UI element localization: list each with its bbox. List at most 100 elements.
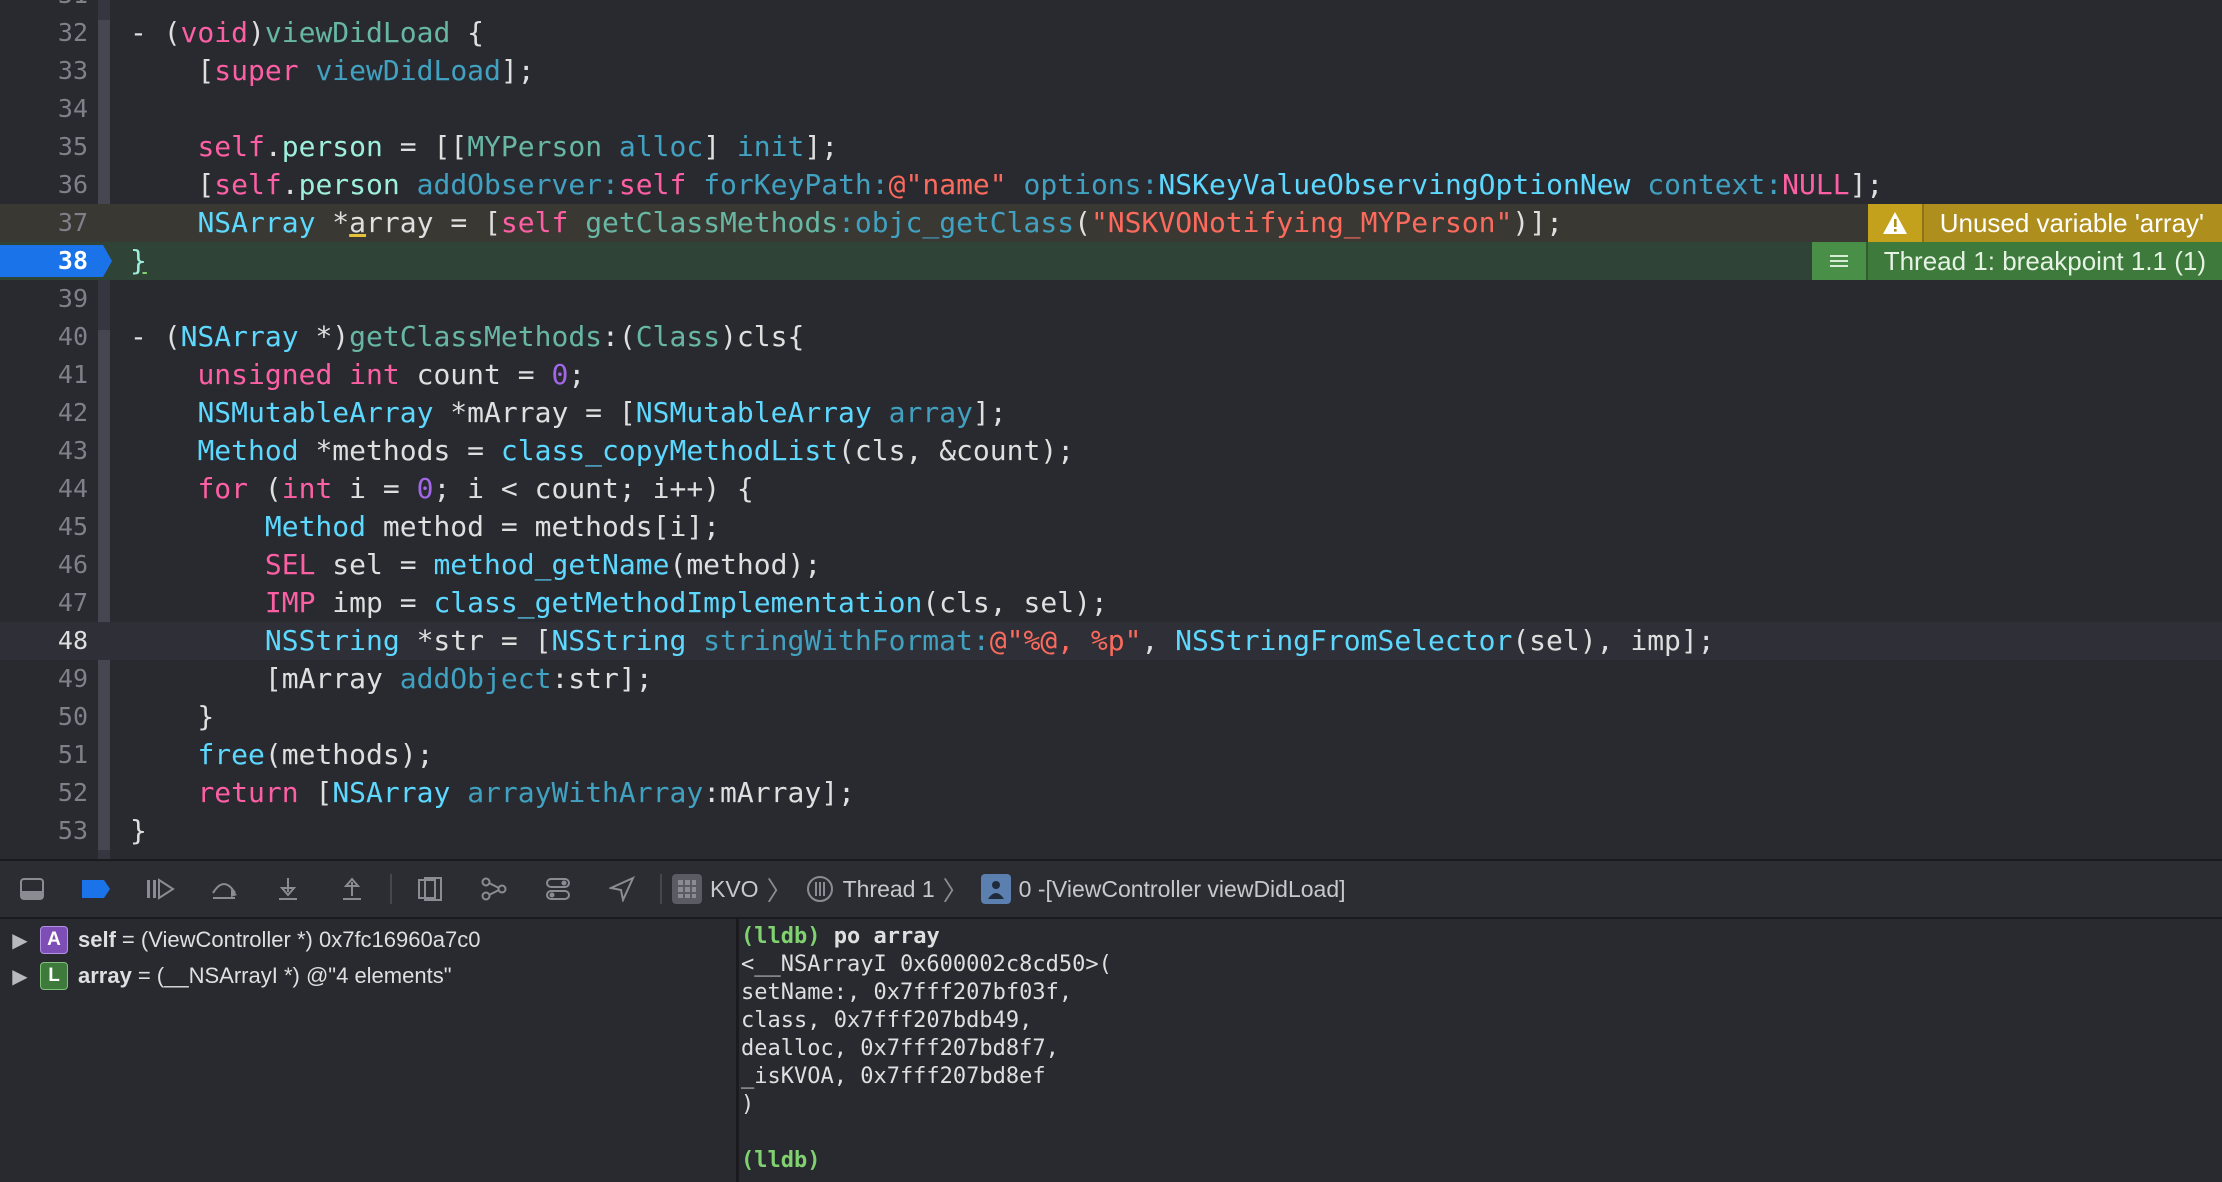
code-text: for (int i = 0; i < count; i++) { <box>197 472 754 505</box>
code-line[interactable]: 47 IMP imp = class_getMethodImplementati… <box>0 584 2222 622</box>
location-arrow-icon <box>609 876 635 902</box>
console-output-line: class, 0x7fff207bdb49, <box>741 1008 1033 1033</box>
code-line[interactable]: 42 NSMutableArray *mArray = [NSMutableAr… <box>0 394 2222 432</box>
code-line[interactable]: 46 SEL sel = method_getName(method); <box>0 546 2222 584</box>
code-line[interactable]: 32 - (void)viewDidLoad { <box>0 14 2222 52</box>
memory-graph-icon <box>481 877 507 901</box>
step-over-icon <box>212 883 237 899</box>
code-text: NSMutableArray *mArray = [NSMutableArray… <box>197 396 1007 429</box>
disclosure-triangle-icon[interactable]: ▶ <box>0 964 40 989</box>
line-number[interactable]: 34 <box>0 90 88 128</box>
code-line[interactable]: 49 [mArray addObject:str]; <box>0 660 2222 698</box>
toolbar-divider <box>390 874 392 904</box>
breadcrumb-target[interactable]: KVO <box>710 876 759 903</box>
line-number[interactable]: 53 <box>0 812 88 850</box>
line-number[interactable]: 33 <box>0 52 88 90</box>
pane-divider[interactable] <box>736 919 739 1182</box>
step-into-icon <box>279 878 297 900</box>
console-output-line: dealloc, 0x7fff207bd8f7, <box>741 1036 1059 1061</box>
breadcrumb-frame[interactable]: 0 -[ViewController viewDidLoad] <box>1019 876 1346 903</box>
code-line-breakpoint[interactable]: 38 } Thread 1: breakpoint 1.1 (1) <box>0 242 2222 280</box>
console-command: po array <box>833 924 940 949</box>
code-text: Method *methods = class_copyMethodList(c… <box>197 434 1075 467</box>
line-number: 31 <box>0 0 88 14</box>
breadcrumb-thread[interactable]: Thread 1 <box>843 876 935 903</box>
thread-breakpoint-badge[interactable]: Thread 1: breakpoint 1.1 (1) <box>1811 242 2222 280</box>
line-number[interactable]: 41 <box>0 356 88 394</box>
line-number[interactable]: 40 <box>0 318 88 356</box>
line-number[interactable]: 43 <box>0 432 88 470</box>
simulate-location-button[interactable] <box>590 861 654 917</box>
code-line[interactable]: 51 free(methods); <box>0 736 2222 774</box>
breakpoint-icon <box>82 880 110 898</box>
continue-button[interactable] <box>128 861 192 917</box>
line-number[interactable]: 50 <box>0 698 88 736</box>
line-number[interactable]: 36 <box>0 166 88 204</box>
line-number[interactable]: 39 <box>0 280 88 318</box>
breakpoint-message: Thread 1: breakpoint 1.1 (1) <box>1883 245 2206 276</box>
warning-badge[interactable]: Unused variable 'array' <box>1867 204 2222 242</box>
line-number[interactable]: 42 <box>0 394 88 432</box>
code-line: 31 <box>0 0 2222 14</box>
hide-debug-area-button[interactable] <box>0 861 64 917</box>
line-number[interactable]: 49 <box>0 660 88 698</box>
panel-bottom-icon <box>20 878 44 900</box>
code-line[interactable]: 35 self.person = [[MYPerson alloc] init]… <box>0 128 2222 166</box>
debug-view-hierarchy-button[interactable] <box>398 861 462 917</box>
debug-bar: KVO 〉 Thread 1 〉 0 -[ViewController view… <box>0 859 2222 919</box>
code-line[interactable]: 44 for (int i = 0; i < count; i++) { <box>0 470 2222 508</box>
step-into-button[interactable] <box>256 861 320 917</box>
code-line[interactable]: 39 <box>0 280 2222 318</box>
line-number[interactable]: 48 <box>0 622 88 660</box>
argument-badge: A <box>40 926 68 954</box>
code-line[interactable]: 45 Method method = methods[i]; <box>0 508 2222 546</box>
code-line[interactable]: 53 } <box>0 812 2222 850</box>
line-number[interactable]: 45 <box>0 508 88 546</box>
step-out-button[interactable] <box>320 861 384 917</box>
local-badge: L <box>40 962 68 990</box>
code-line[interactable]: 50 } <box>0 698 2222 736</box>
disclosure-triangle-icon[interactable]: ▶ <box>0 928 40 953</box>
code-text: free(methods); <box>197 738 434 771</box>
view-hierarchy-icon <box>418 877 442 901</box>
line-number: 38 <box>57 246 88 275</box>
line-number[interactable]: 51 <box>0 736 88 774</box>
code-text: unsigned int count = 0; <box>197 358 586 391</box>
code-text: NSArray *array = [self getClassMethods:o… <box>197 206 1563 239</box>
code-line[interactable]: 52 return [NSArray arrayWithArray:mArray… <box>0 774 2222 812</box>
line-number[interactable]: 44 <box>0 470 88 508</box>
line-number[interactable]: 32 <box>0 14 88 52</box>
app-target-icon <box>672 874 702 904</box>
code-line-warning[interactable]: 37 NSArray *array = [self getClassMethod… <box>0 204 2222 242</box>
code-line[interactable]: 36 [self.person addObserver:self forKeyP… <box>0 166 2222 204</box>
step-over-button[interactable] <box>192 861 256 917</box>
variable-name: array <box>78 963 132 988</box>
source-editor[interactable]: 31 32 - (void)viewDidLoad { 33 [super vi… <box>0 0 2222 859</box>
code-line[interactable]: 40 - (NSArray *)getClassMethods:(Class)c… <box>0 318 2222 356</box>
code-text: IMP imp = class_getMethodImplementation(… <box>264 586 1108 619</box>
line-number[interactable]: 35 <box>0 128 88 166</box>
toggles-icon <box>546 878 570 900</box>
code-text: - (NSArray *)getClassMethods:(Class)cls{ <box>130 320 805 353</box>
debug-memory-graph-button[interactable] <box>462 861 526 917</box>
code-line[interactable]: 43 Method *methods = class_copyMethodLis… <box>0 432 2222 470</box>
code-text: Method method = methods[i]; <box>264 510 721 543</box>
code-text: [super viewDidLoad]; <box>130 54 535 87</box>
continue-icon <box>147 878 175 900</box>
variable-row[interactable]: ▶ A self = (ViewController *) 0x7fc16960… <box>0 923 480 957</box>
breakpoints-toggle-button[interactable] <box>64 861 128 917</box>
code-line[interactable]: 33 [super viewDidLoad]; <box>0 52 2222 90</box>
code-line[interactable]: 41 unsigned int count = 0; <box>0 356 2222 394</box>
variable-row[interactable]: ▶ L array = (__NSArrayI *) @"4 elements" <box>0 959 452 993</box>
code-line[interactable]: 34 <box>0 90 2222 128</box>
line-number[interactable]: 46 <box>0 546 88 584</box>
environment-overrides-button[interactable] <box>526 861 590 917</box>
breakpoint-marker[interactable]: 38 <box>0 245 112 277</box>
stack-frame-person-icon <box>980 874 1011 904</box>
code-line-current[interactable]: 48 NSString *str = [NSString stringWithF… <box>0 622 2222 660</box>
line-number[interactable]: 47 <box>0 584 88 622</box>
line-number[interactable]: 37 <box>0 204 88 242</box>
line-number[interactable]: 52 <box>0 774 88 812</box>
console-input-line[interactable]: (lldb) <box>741 1147 2222 1175</box>
lldb-console[interactable]: (lldb) po array <__NSArrayI 0x600002c8cd… <box>741 919 2222 1182</box>
